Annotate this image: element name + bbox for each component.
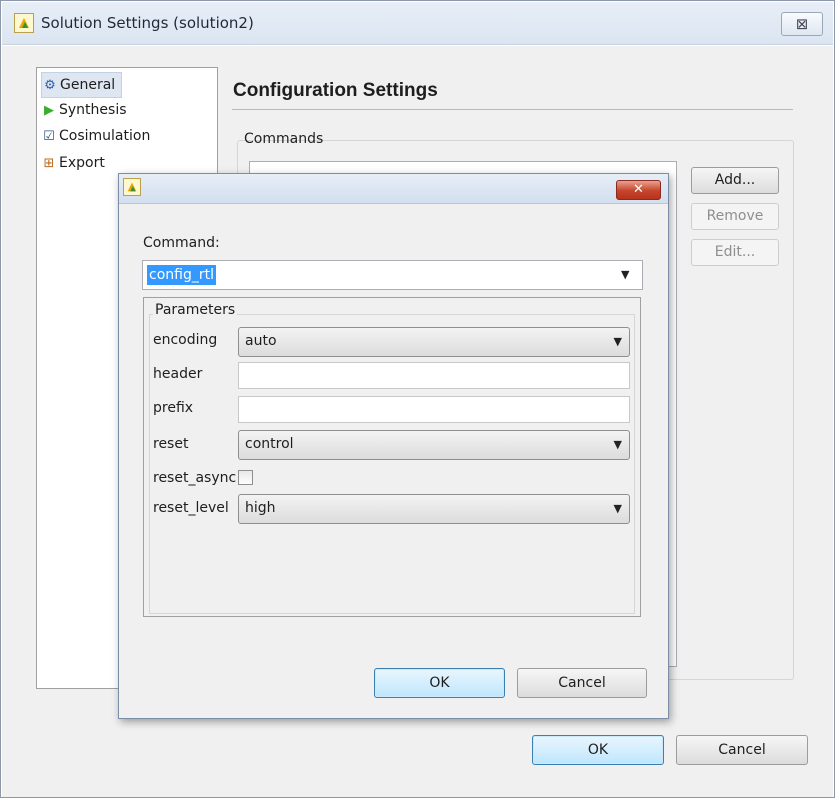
title-divider: [232, 109, 793, 110]
encoding-value: auto: [245, 333, 277, 349]
close-icon[interactable]: ⊠: [781, 12, 823, 36]
page-title: Configuration Settings: [233, 80, 438, 101]
parameters-label: Parameters: [153, 302, 238, 318]
chevron-down-icon: ▼: [613, 502, 622, 515]
nav-item-label: Export: [59, 155, 105, 171]
app-logo-icon: [14, 13, 34, 33]
nav-item-cosimulation[interactable]: ☑ Cosimulation: [41, 124, 150, 148]
reset-label: reset: [153, 436, 189, 452]
ok-button[interactable]: OK: [532, 735, 664, 765]
command-label: Command:: [143, 235, 220, 251]
dialog-cancel-button[interactable]: Cancel: [517, 668, 647, 698]
edit-command-button[interactable]: Edit...: [691, 239, 779, 266]
prefix-label: prefix: [153, 400, 194, 416]
encoding-select[interactable]: auto ▼: [238, 327, 630, 357]
header-input[interactable]: [238, 362, 630, 389]
reset-level-label: reset_level: [153, 500, 229, 516]
nav-item-synthesis[interactable]: ▶ Synthesis: [41, 98, 127, 122]
reset-async-label: reset_async: [153, 470, 237, 486]
command-value: config_rtl: [147, 265, 216, 285]
window-title: Solution Settings (solution2): [41, 14, 254, 32]
commands-label: Commands: [244, 131, 324, 147]
window-titlebar: Solution Settings (solution2) ⊠: [2, 2, 833, 45]
chevron-down-icon: ▼: [613, 438, 622, 451]
chevron-down-icon[interactable]: ▼: [621, 268, 629, 281]
dialog-ok-button[interactable]: OK: [374, 668, 505, 698]
reset-value: control: [245, 436, 294, 452]
reset-level-select[interactable]: high ▼: [238, 494, 630, 524]
solution-settings-window: Solution Settings (solution2) ⊠ ⚙ General…: [0, 0, 835, 798]
command-combobox[interactable]: config_rtl ▼: [142, 260, 643, 290]
cancel-button[interactable]: Cancel: [676, 735, 808, 765]
reset-select[interactable]: control ▼: [238, 430, 630, 460]
grid-box-icon: ⊞: [43, 156, 55, 171]
encoding-label: encoding: [153, 332, 218, 348]
prefix-input[interactable]: [238, 396, 630, 423]
nav-item-label: General: [60, 77, 116, 93]
nav-item-label: Cosimulation: [59, 128, 151, 144]
remove-command-button[interactable]: Remove: [691, 203, 779, 230]
add-command-button[interactable]: Add...: [691, 167, 779, 194]
app-logo-icon: [123, 178, 141, 196]
nav-item-export[interactable]: ⊞ Export: [41, 151, 105, 175]
play-triangle-icon: ▶: [44, 103, 54, 118]
chevron-down-icon: ▼: [613, 335, 622, 348]
dialog-titlebar: ✕: [119, 174, 668, 204]
reset-async-checkbox[interactable]: [238, 470, 253, 485]
header-label: header: [153, 366, 203, 382]
nav-item-general[interactable]: ⚙ General: [41, 72, 123, 98]
parameters-panel: [149, 314, 635, 614]
reset-level-value: high: [245, 500, 276, 516]
nav-item-label: Synthesis: [59, 102, 127, 118]
gear-icon: ⚙: [44, 78, 56, 93]
close-icon[interactable]: ✕: [616, 180, 661, 200]
command-dialog: ✕ Command: config_rtl ▼ Parameters encod…: [118, 173, 669, 719]
checkbox-icon: ☑: [43, 129, 55, 144]
